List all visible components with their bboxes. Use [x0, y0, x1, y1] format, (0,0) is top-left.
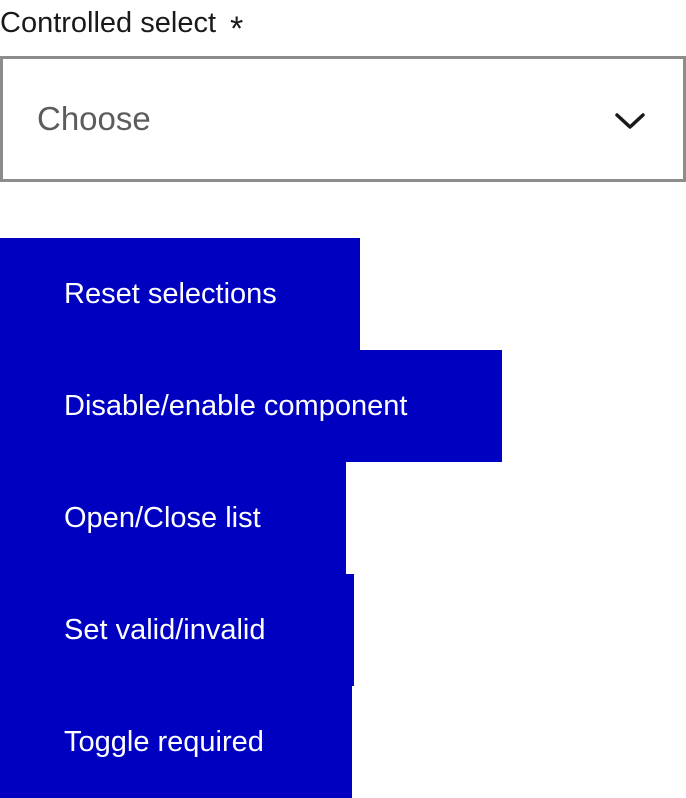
disable-enable-component-button[interactable]: Disable/enable component [0, 350, 502, 462]
toggle-required-button[interactable]: Toggle required [0, 686, 352, 798]
chevron-down-icon[interactable] [614, 111, 646, 131]
open-close-list-button[interactable]: Open/Close list [0, 462, 346, 574]
controlled-select[interactable]: Choose [0, 56, 686, 182]
select-label: Controlled select * [0, 0, 244, 48]
select-value: Choose [37, 100, 151, 137]
required-asterisk: * [230, 9, 244, 48]
reset-selections-button[interactable]: Reset selections [0, 238, 360, 350]
select-label-text: Controlled select [0, 6, 216, 39]
set-valid-invalid-button[interactable]: Set valid/invalid [0, 574, 354, 686]
